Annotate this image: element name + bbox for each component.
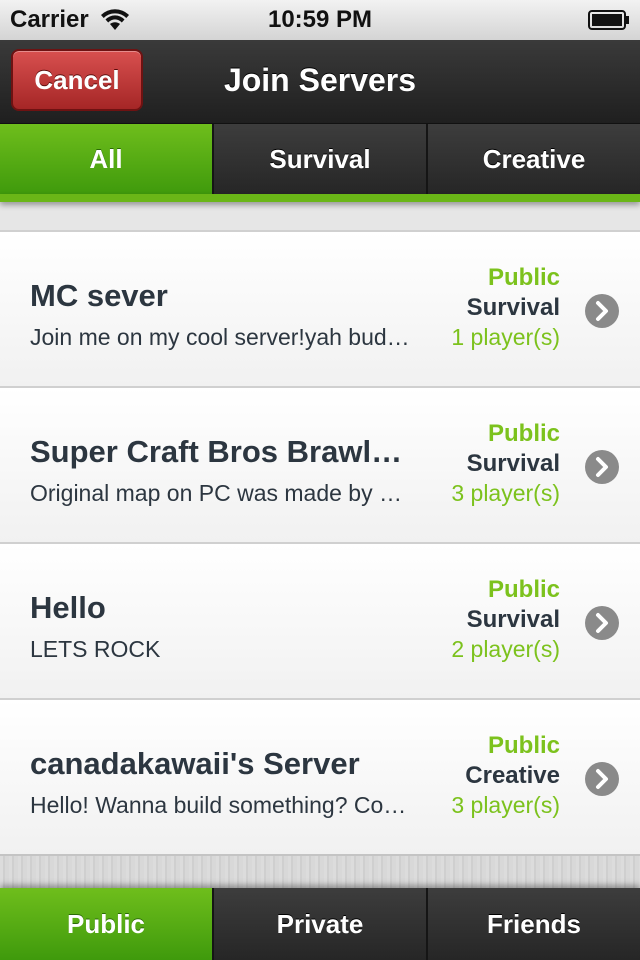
server-name: Hello	[30, 590, 106, 625]
chevron-right-icon[interactable]	[584, 761, 620, 797]
tab-all[interactable]: All	[0, 124, 214, 194]
server-row[interactable]: Super Craft Bros Brawl Tutorial Original…	[0, 386, 640, 542]
server-row[interactable]: MC sever Join me on my cool server!yah b…	[0, 230, 640, 386]
server-access: Public	[487, 264, 560, 291]
filter-tabs: All Survival Creative	[0, 124, 640, 194]
page-title: Join Servers	[223, 62, 417, 98]
tab-friends[interactable]: Friends	[428, 888, 640, 960]
server-description: LETS ROCK	[30, 636, 161, 662]
tab-survival[interactable]: Survival	[214, 124, 428, 194]
server-name: Super Craft Bros Brawl Tutorial	[30, 434, 410, 469]
bottom-tab-bar: Public Private Friends	[0, 888, 640, 960]
server-access: Public	[487, 732, 560, 759]
server-name: canadakawaii's Server	[30, 746, 360, 781]
server-mode: Survival	[466, 450, 560, 477]
server-meta: Public Creative 3 player(s)	[451, 732, 560, 822]
server-row[interactable]: Hello LETS ROCK Public Survival 2 player…	[0, 542, 640, 698]
server-players: 2 player(s)	[451, 636, 560, 662]
server-players: 3 player(s)	[451, 792, 560, 818]
server-meta: Public Survival 1 player(s)	[451, 264, 560, 354]
server-description: Hello! Wanna build something? Come in	[30, 792, 414, 818]
cancel-button[interactable]: Cancel	[11, 49, 143, 111]
tab-public[interactable]: Public	[0, 888, 214, 960]
server-list: MC sever Join me on my cool server!yah b…	[0, 230, 640, 854]
tab-underline	[0, 194, 640, 202]
server-access: Public	[487, 420, 560, 447]
nav-bar: Cancel Join Servers	[0, 40, 640, 124]
tab-private[interactable]: Private	[214, 888, 428, 960]
chevron-right-icon[interactable]	[584, 293, 620, 329]
chevron-right-icon[interactable]	[584, 449, 620, 485]
server-description: Original map on PC was made by Mojang	[30, 480, 414, 506]
server-name: MC sever	[30, 278, 168, 313]
server-mode: Survival	[466, 294, 560, 321]
server-players: 3 player(s)	[451, 480, 560, 506]
list-footer-texture	[0, 854, 640, 888]
chevron-right-icon[interactable]	[584, 605, 620, 641]
server-row[interactable]: canadakawaii's Server Hello! Wanna build…	[0, 698, 640, 854]
server-meta: Public Survival 3 player(s)	[451, 420, 560, 510]
server-mode: Creative	[465, 762, 560, 789]
server-meta: Public Survival 2 player(s)	[451, 576, 560, 666]
server-players: 1 player(s)	[451, 324, 560, 350]
server-mode: Survival	[466, 606, 560, 633]
battery-icon	[588, 10, 629, 30]
server-description: Join me on my cool server!yah buddy!	[30, 324, 414, 350]
server-access: Public	[487, 576, 560, 603]
status-bar: Carrier 10:59 PM	[0, 0, 640, 40]
status-time: 10:59 PM	[267, 6, 373, 33]
tab-creative[interactable]: Creative	[428, 124, 640, 194]
